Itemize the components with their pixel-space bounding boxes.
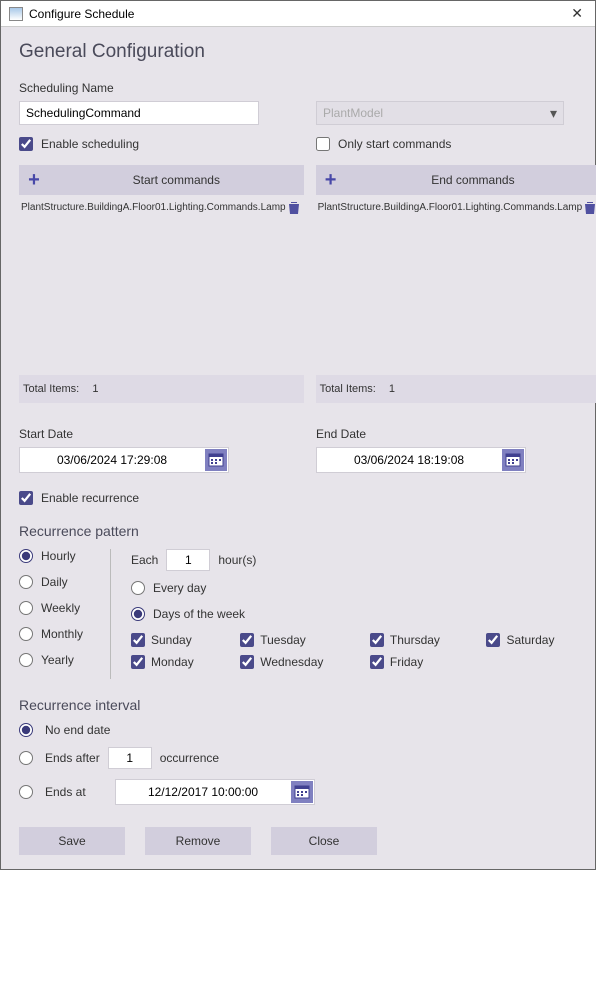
calendar-icon[interactable] (502, 449, 524, 471)
ends-at-label[interactable]: Ends at (45, 785, 107, 799)
start-commands-header: + Start commands (19, 165, 304, 195)
occurrence-label: occurrence (160, 751, 219, 765)
only-start-label[interactable]: Only start commands (338, 137, 451, 151)
pattern-yearly-label[interactable]: Yearly (41, 653, 74, 667)
add-start-command-button[interactable]: + (21, 167, 47, 193)
pattern-daily-radio[interactable] (19, 575, 33, 589)
start-commands-label: Start commands (49, 173, 304, 187)
end-command-text: PlantStructure.BuildingA.Floor01.Lightin… (318, 202, 583, 213)
end-command-item[interactable]: PlantStructure.BuildingA.Floor01.Lightin… (316, 195, 596, 219)
end-commands-header: + End commands (316, 165, 596, 195)
tuesday-checkbox[interactable] (240, 633, 254, 647)
remove-button[interactable]: Remove (145, 827, 251, 855)
sunday-checkbox[interactable] (131, 633, 145, 647)
pattern-hourly-radio[interactable] (19, 549, 33, 563)
close-icon[interactable]: ✕ (567, 5, 587, 22)
enable-scheduling-checkbox[interactable] (19, 137, 33, 151)
trash-icon[interactable] (582, 199, 596, 215)
model-select-value: PlantModel (323, 106, 383, 120)
end-date-input[interactable] (317, 453, 501, 467)
titlebar: Configure Schedule ✕ (1, 1, 595, 27)
save-button[interactable]: Save (19, 827, 125, 855)
only-start-checkbox[interactable] (316, 137, 330, 151)
calendar-icon[interactable] (291, 781, 313, 803)
calendar-icon[interactable] (205, 449, 227, 471)
wednesday-checkbox[interactable] (240, 655, 254, 669)
ends-at-radio[interactable] (19, 785, 33, 799)
friday-checkbox[interactable] (370, 655, 384, 669)
thursday-checkbox[interactable] (370, 633, 384, 647)
app-icon (9, 7, 23, 21)
no-end-date-label[interactable]: No end date (45, 723, 110, 737)
pattern-monthly-radio[interactable] (19, 627, 33, 641)
start-date-input[interactable] (20, 453, 204, 467)
pattern-daily-label[interactable]: Daily (41, 575, 68, 589)
close-button[interactable]: Close (271, 827, 377, 855)
each-unit: hour(s) (218, 553, 256, 567)
saturday-checkbox[interactable] (486, 633, 500, 647)
window-title: Configure Schedule (29, 7, 567, 21)
pattern-weekly-radio[interactable] (19, 601, 33, 615)
enable-scheduling-label[interactable]: Enable scheduling (41, 137, 139, 151)
start-date-label: Start Date (19, 427, 280, 441)
pattern-monthly-label[interactable]: Monthly (41, 627, 83, 641)
days-of-week-radio[interactable] (131, 607, 145, 621)
scheduling-name-input[interactable] (19, 101, 259, 125)
pattern-yearly-radio[interactable] (19, 653, 33, 667)
add-end-command-button[interactable]: + (318, 167, 344, 193)
start-commands-footer: Total Items: 1 (19, 375, 304, 403)
ends-at-input[interactable] (116, 785, 290, 799)
no-end-date-radio[interactable] (19, 723, 33, 737)
each-label: Each (131, 553, 158, 567)
enable-recurrence-checkbox[interactable] (19, 491, 33, 505)
chevron-down-icon: ▾ (550, 105, 557, 122)
recurrence-pattern-title: Recurrence pattern (19, 523, 577, 539)
scheduling-name-label: Scheduling Name (19, 81, 280, 95)
monday-checkbox[interactable] (131, 655, 145, 669)
model-select[interactable]: PlantModel ▾ (316, 101, 564, 125)
ends-after-radio[interactable] (19, 751, 33, 765)
days-of-week-label[interactable]: Days of the week (153, 607, 245, 621)
ends-after-input[interactable] (108, 747, 152, 769)
pattern-hourly-label[interactable]: Hourly (41, 549, 76, 563)
every-day-radio[interactable] (131, 581, 145, 595)
end-commands-label: End commands (346, 173, 596, 187)
enable-recurrence-label[interactable]: Enable recurrence (41, 491, 139, 505)
end-commands-footer: Total Items: 1 (316, 375, 596, 403)
pattern-weekly-label[interactable]: Weekly (41, 601, 80, 615)
trash-icon[interactable] (286, 199, 302, 215)
start-command-item[interactable]: PlantStructure.BuildingA.Floor01.Lightin… (19, 195, 304, 219)
end-date-label: End Date (316, 427, 577, 441)
every-day-label[interactable]: Every day (153, 581, 206, 595)
page-title: General Configuration (19, 41, 577, 63)
ends-after-label[interactable]: Ends after (45, 751, 100, 765)
recurrence-interval-title: Recurrence interval (19, 697, 577, 713)
start-command-text: PlantStructure.BuildingA.Floor01.Lightin… (21, 202, 286, 213)
each-value-input[interactable] (166, 549, 210, 571)
